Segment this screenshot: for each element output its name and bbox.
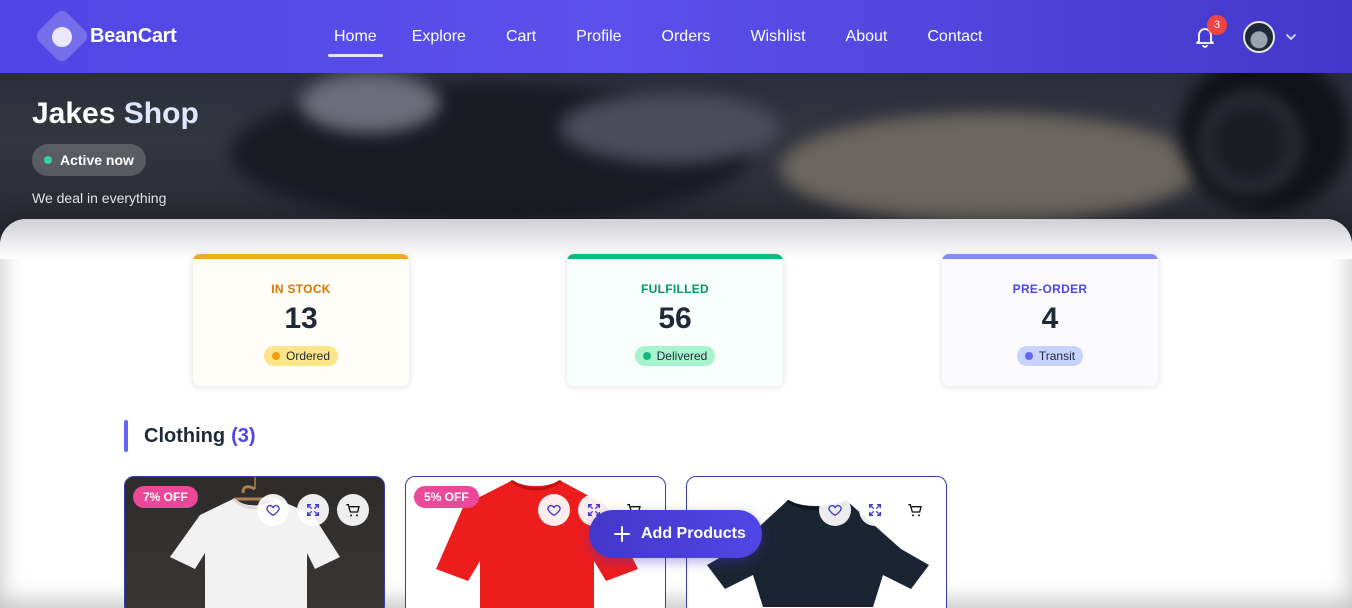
hero-bg-shape xyxy=(300,73,440,133)
wishlist-button[interactable] xyxy=(257,494,289,526)
add-products-label: Add Products xyxy=(641,525,746,542)
expand-icon xyxy=(307,504,319,516)
stat-value: 4 xyxy=(1041,302,1059,335)
hero-bg-shape xyxy=(780,113,1200,223)
notification-badge: 3 xyxy=(1207,15,1227,35)
quick-view-button[interactable] xyxy=(297,494,329,526)
main-menu: Home Explore Cart Profile Orders Wishlis… xyxy=(328,0,983,73)
section-title: Clothing xyxy=(144,424,226,447)
section-count: (3) xyxy=(231,424,256,447)
nav-item-wishlist[interactable]: Wishlist xyxy=(750,0,805,73)
hero-bg-shape xyxy=(560,93,780,163)
discount-badge: 5% OFF xyxy=(414,486,479,508)
avatar[interactable] xyxy=(1243,21,1275,53)
stat-card-fulfilled: FULFILLED 56 Delivered xyxy=(566,253,784,387)
quick-view-button[interactable] xyxy=(859,494,891,526)
heart-icon xyxy=(547,504,561,517)
cart-icon xyxy=(346,504,360,517)
chevron-down-icon[interactable] xyxy=(1284,30,1298,44)
shop-title: Jakes Shop xyxy=(32,97,199,130)
shop-tagline: We deal in everything xyxy=(32,190,167,206)
stat-label: PRE-ORDER xyxy=(1012,282,1088,296)
section-heading: Clothing (3) xyxy=(124,419,256,453)
expand-icon xyxy=(869,504,881,516)
stat-label: FULFILLED xyxy=(640,282,710,296)
wishlist-button[interactable] xyxy=(538,494,570,526)
wishlist-button[interactable] xyxy=(819,494,851,526)
nav-item-about[interactable]: About xyxy=(846,0,888,73)
nav-item-home[interactable]: Home xyxy=(328,0,383,73)
brand-name[interactable]: BeanCart xyxy=(90,25,177,48)
stat-chip: Ordered xyxy=(263,346,339,366)
status-dot-icon xyxy=(44,156,52,164)
stat-card-in-stock: IN STOCK 13 Ordered xyxy=(192,253,410,387)
stat-chip: Delivered xyxy=(634,346,716,366)
heart-icon xyxy=(828,504,842,517)
cart-icon xyxy=(908,504,922,517)
nav-item-orders[interactable]: Orders xyxy=(662,0,711,73)
nav-item-cart[interactable]: Cart xyxy=(506,0,536,73)
nav-item-contact[interactable]: Contact xyxy=(927,0,982,73)
status-badge: Active now xyxy=(32,144,146,176)
add-to-cart-button[interactable] xyxy=(899,494,931,526)
hero-bg-shape xyxy=(1200,93,1300,193)
stat-value: 13 xyxy=(284,302,318,335)
shop-hero-banner: Jakes Shop Active now We deal in everyth… xyxy=(0,73,1352,243)
top-navbar: BeanCart Home Explore Cart Profile Order… xyxy=(0,0,1352,73)
stat-card-pre-order: PRE-ORDER 4 Transit xyxy=(941,253,1159,387)
stat-chip: Transit xyxy=(1016,346,1084,366)
add-products-button[interactable]: Add Products xyxy=(589,510,762,558)
stat-value: 56 xyxy=(658,302,692,335)
stat-label: IN STOCK xyxy=(271,282,331,296)
discount-badge: 7% OFF xyxy=(133,486,198,508)
product-card[interactable]: 7% OFF xyxy=(124,476,385,608)
logo-icon[interactable] xyxy=(33,7,91,65)
add-to-cart-button[interactable] xyxy=(337,494,369,526)
nav-item-explore[interactable]: Explore xyxy=(412,0,466,73)
plus-icon xyxy=(614,526,630,542)
nav-item-profile[interactable]: Profile xyxy=(576,0,621,73)
heart-icon xyxy=(266,504,280,517)
